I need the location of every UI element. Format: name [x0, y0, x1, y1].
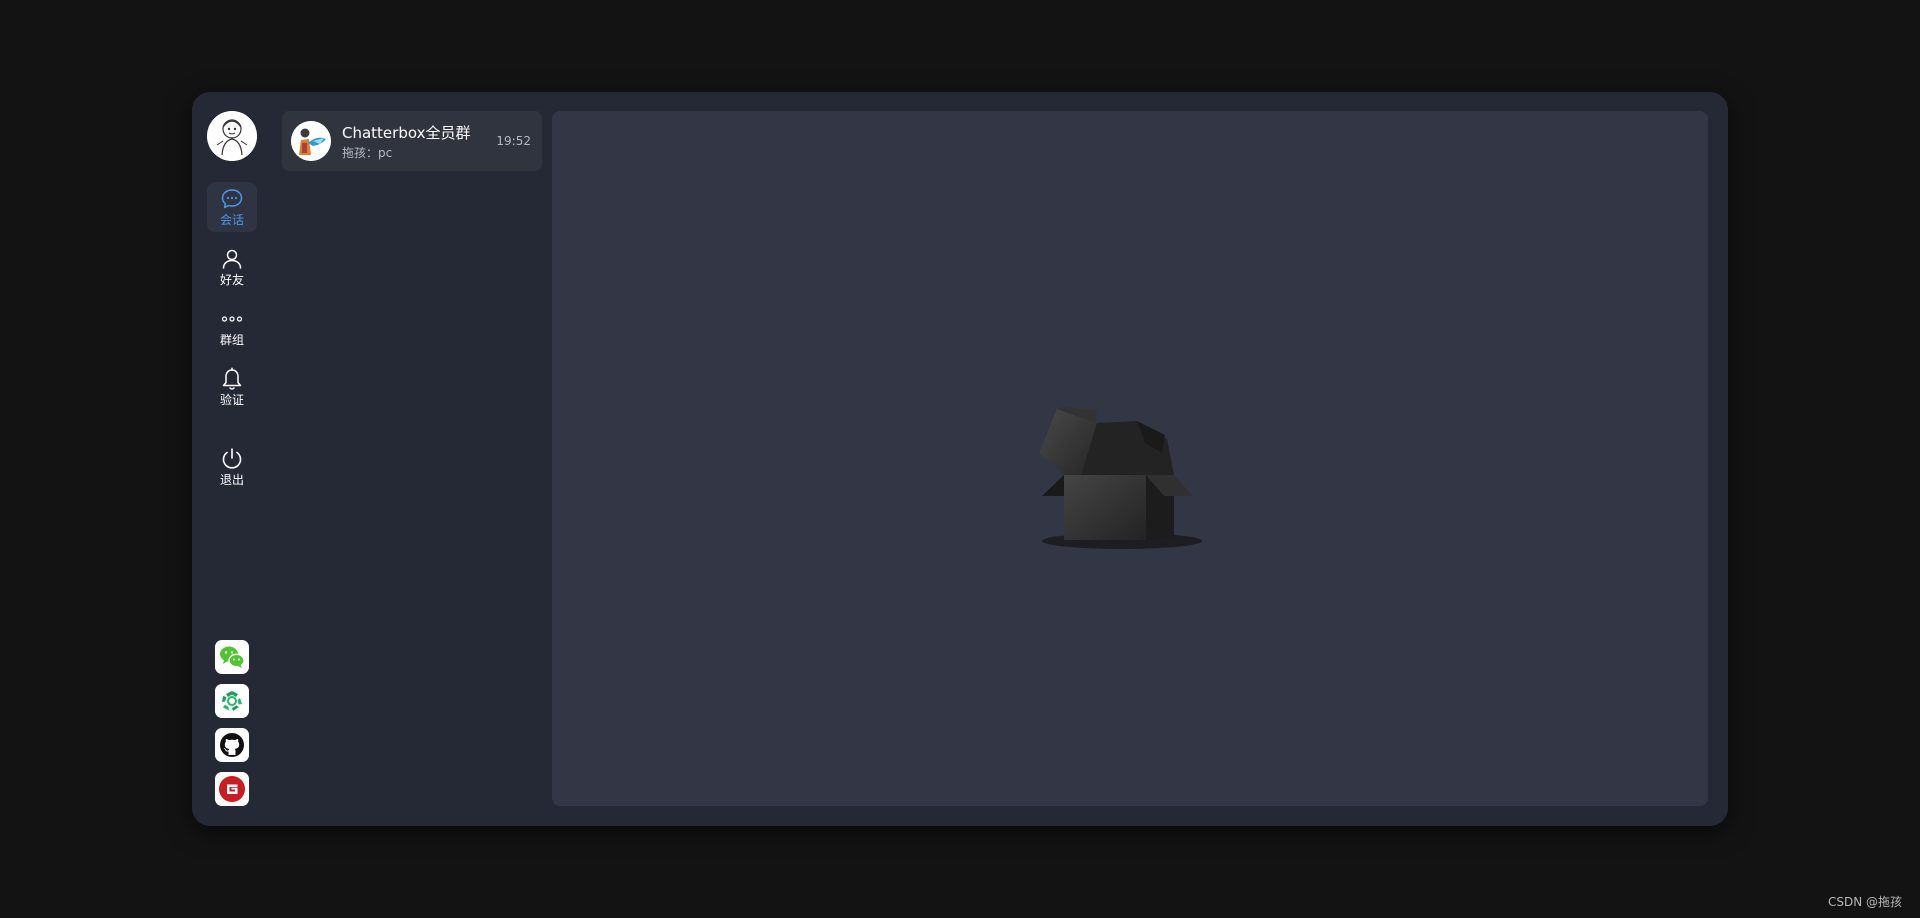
power-icon [222, 448, 242, 469]
chat-bubble-icon [221, 189, 243, 209]
sidebar: 会话 好友 群组 验证 退出 [192, 92, 272, 826]
github-link[interactable] [215, 728, 249, 762]
nav-item-verify[interactable]: 验证 [207, 362, 257, 412]
chat-list-item[interactable]: Chatterbox全员群 拖孩：pc 19:52 [282, 111, 542, 171]
github-icon [220, 733, 244, 757]
nav-label-groups: 群组 [219, 333, 244, 347]
wechat-icon [220, 646, 245, 668]
nav-item-friends[interactable]: 好友 [207, 242, 257, 292]
bell-icon [222, 367, 242, 390]
empty-box-icon [1039, 407, 1202, 549]
more-dots-icon [221, 316, 243, 322]
gitee-link[interactable] [215, 772, 249, 806]
watermark: CSDN @拖孩 [1827, 895, 1902, 909]
wechat-link[interactable] [215, 640, 249, 674]
chat-name: Chatterbox全员群 [342, 124, 471, 142]
nav-item-logout[interactable]: 退出 [207, 442, 257, 492]
nav-item-groups[interactable]: 群组 [207, 302, 257, 352]
nav-item-sessions[interactable]: 会话 [207, 182, 257, 232]
chat-avatar [291, 121, 331, 161]
chat-time: 19:52 [496, 134, 531, 148]
main-panel [552, 111, 1708, 806]
avatar-illustration-icon [207, 111, 257, 161]
nav-label-verify: 验证 [219, 393, 244, 407]
recycle-icon [222, 691, 242, 711]
group-avatar-icon [291, 121, 331, 161]
chat-last-message: 拖孩：pc [342, 146, 393, 160]
nav-label-logout: 退出 [219, 473, 244, 487]
empty-state [1037, 383, 1207, 557]
user-icon [222, 249, 242, 269]
nav-label-friends: 好友 [219, 273, 244, 287]
nav-label-sessions: 会话 [219, 213, 244, 227]
gitee-icon [219, 776, 245, 802]
avatar[interactable] [207, 111, 257, 161]
app-window: 会话 好友 群组 验证 退出 Chatterbox全员群 拖孩：pc 19:52 [192, 92, 1728, 826]
chat-list: Chatterbox全员群 拖孩：pc 19:52 [282, 111, 542, 171]
recycle-link[interactable] [215, 684, 249, 718]
